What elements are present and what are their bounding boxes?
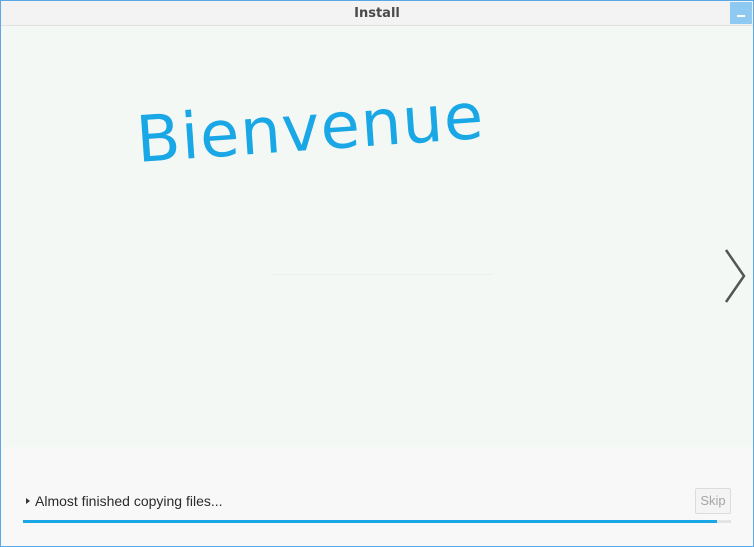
status-row: Almost finished copying files... <box>23 491 735 513</box>
welcome-heading: Bienvenue <box>133 79 487 178</box>
progress-fill <box>23 520 717 523</box>
slide-divider <box>271 274 493 275</box>
title-bar: Install <box>1 1 753 26</box>
slideshow: Bienvenue <box>3 26 753 447</box>
minimize-button[interactable] <box>730 2 752 24</box>
installer-window: Install Bienvenue Almost finished copyin… <box>0 0 754 547</box>
window-title: Install <box>354 6 400 21</box>
next-slide-button[interactable] <box>723 248 749 304</box>
progress-bar <box>23 520 731 523</box>
minimize-icon <box>737 15 745 17</box>
skip-button[interactable]: Skip <box>695 488 731 514</box>
triangle-right-icon[interactable] <box>26 498 30 504</box>
progress-panel: Almost finished copying files... Skip <box>3 447 753 546</box>
status-text: Almost finished copying files... <box>35 493 223 509</box>
chevron-right-icon <box>724 249 746 303</box>
